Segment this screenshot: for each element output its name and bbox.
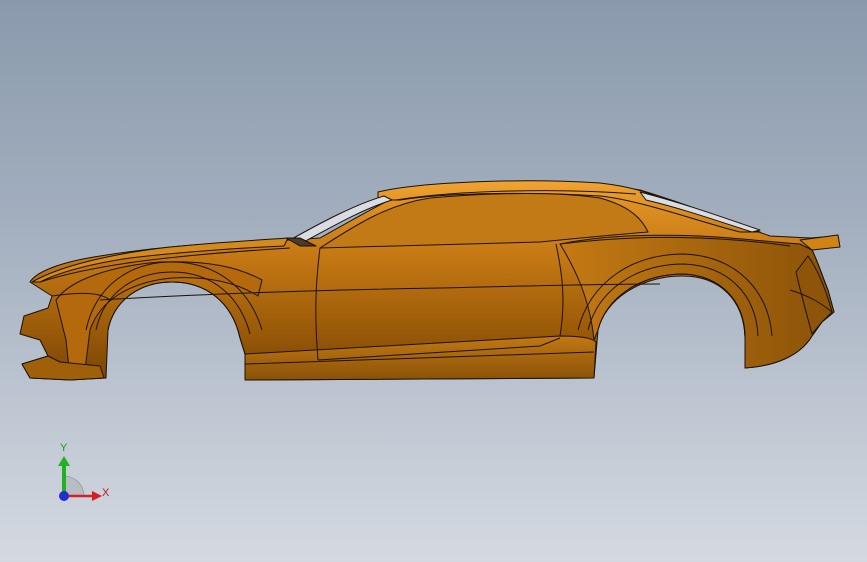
car-body-model[interactable] [0, 0, 867, 562]
y-axis-label: Y [60, 442, 68, 454]
graphics-viewport[interactable]: Y X [0, 0, 867, 562]
x-axis-label: X [102, 487, 110, 499]
y-axis-arrow [58, 456, 70, 466]
coordinate-triad: Y X [48, 440, 118, 510]
x-axis-arrow [92, 491, 102, 501]
z-axis-dot [59, 491, 69, 501]
triad-graphic [58, 456, 102, 501]
